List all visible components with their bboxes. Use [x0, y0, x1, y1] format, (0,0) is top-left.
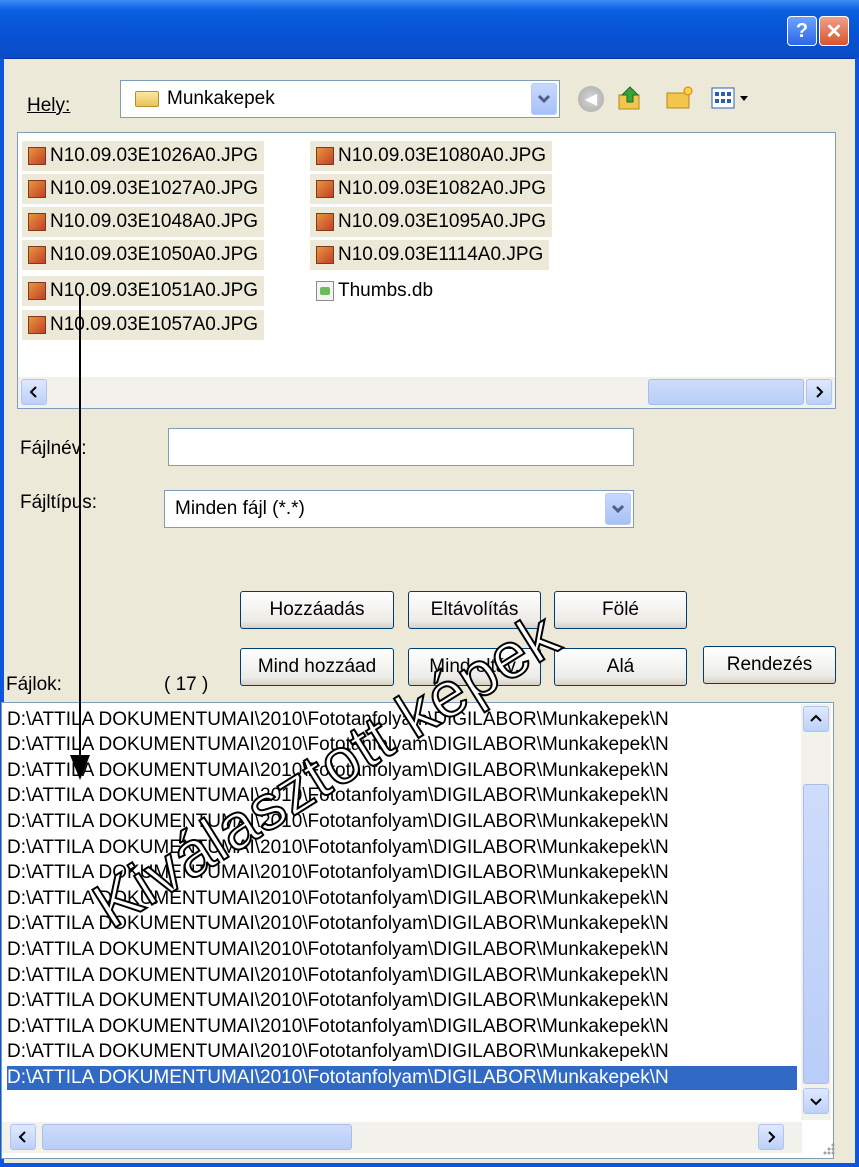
list-item[interactable]: N10.09.03E1080A0.JPG: [310, 141, 553, 171]
scroll-up-button[interactable]: [803, 706, 829, 732]
jpg-file-icon: [316, 180, 334, 198]
annotation-arrow-icon: [70, 295, 90, 780]
file-name: Thumbs.db: [338, 280, 434, 301]
scroll-thumb[interactable]: [648, 379, 804, 405]
sort-button[interactable]: Rendezés: [703, 646, 836, 684]
close-button[interactable]: ✕: [819, 16, 849, 46]
table-row[interactable]: D:\ATTILA DOKUMENTUMAI\2010\Fototanfolya…: [7, 810, 797, 834]
chevron-up-icon: [810, 714, 822, 722]
list-item[interactable]: N10.09.03E1051A0.JPG: [22, 276, 265, 306]
scroll-thumb[interactable]: [42, 1124, 352, 1150]
chevron-down-icon: [537, 94, 551, 104]
filetype-dropdown-button[interactable]: [605, 493, 631, 525]
paths-hscrollbar[interactable]: [2, 1122, 802, 1153]
table-row[interactable]: D:\ATTILA DOKUMENTUMAI\2010\Fototanfolya…: [7, 784, 797, 808]
scroll-right-button[interactable]: [758, 1124, 784, 1150]
scroll-left-button[interactable]: [10, 1124, 36, 1150]
table-row[interactable]: D:\ATTILA DOKUMENTUMAI\2010\Fototanfolya…: [7, 1015, 797, 1039]
file-name: N10.09.03E1026A0.JPG: [50, 145, 259, 166]
jpg-file-icon: [28, 246, 46, 264]
location-dropdown-button[interactable]: [531, 83, 557, 115]
list-item[interactable]: N10.09.03E1026A0.JPG: [22, 141, 265, 171]
jpg-file-icon: [28, 180, 46, 198]
chevron-right-icon: [816, 386, 824, 398]
up-folder-icon[interactable]: [616, 84, 644, 112]
location-combo[interactable]: Munkakepek: [120, 80, 560, 118]
file-name: N10.09.03E1080A0.JPG: [338, 145, 547, 166]
file-name: N10.09.03E1095A0.JPG: [338, 211, 547, 232]
chevron-down-icon: [611, 504, 625, 514]
add-all-button[interactable]: Mind hozzáad: [240, 648, 394, 686]
table-row[interactable]: D:\ATTILA DOKUMENTUMAI\2010\Fototanfolya…: [7, 1040, 797, 1064]
table-row[interactable]: D:\ATTILA DOKUMENTUMAI\2010\Fototanfolya…: [7, 964, 797, 988]
location-label: Hely:: [27, 95, 70, 117]
scroll-left-button[interactable]: [21, 379, 47, 405]
chevron-right-icon: [768, 1131, 776, 1143]
list-item[interactable]: N10.09.03E1057A0.JPG: [22, 310, 265, 340]
table-row[interactable]: D:\ATTILA DOKUMENTUMAI\2010\Fototanfolya…: [7, 989, 797, 1013]
scroll-right-button[interactable]: [806, 379, 832, 405]
selected-files-count: ( 17 ): [164, 674, 209, 695]
location-label-text: Hely:: [27, 95, 71, 116]
jpg-file-icon: [316, 213, 334, 231]
list-item[interactable]: N10.09.03E1048A0.JPG: [22, 207, 265, 237]
chevron-left-icon: [29, 386, 37, 398]
list-item[interactable]: N10.09.03E1095A0.JPG: [310, 207, 553, 237]
scroll-thumb[interactable]: [803, 784, 829, 1084]
file-name: N10.09.03E1114A0.JPG: [338, 244, 544, 265]
file-name: N10.09.03E1050A0.JPG: [50, 244, 259, 265]
folder-icon: [135, 91, 159, 107]
list-item[interactable]: N10.09.03E1082A0.JPG: [310, 174, 553, 204]
filetype-value: Minden fájl (*.*): [175, 498, 305, 519]
db-file-icon: [316, 281, 334, 301]
jpg-file-icon: [316, 147, 334, 165]
chevron-down-icon: [810, 1098, 822, 1106]
list-item[interactable]: N10.09.03E1027A0.JPG: [22, 174, 265, 204]
filetype-select[interactable]: Minden fájl (*.*): [164, 490, 634, 528]
table-row-selected[interactable]: D:\ATTILA DOKUMENTUMAI\2010\Fototanfolya…: [6, 1065, 798, 1091]
view-menu-icon[interactable]: [710, 85, 754, 111]
selected-files-label: Fájlok:: [6, 674, 62, 695]
resize-grip-icon[interactable]: [820, 1140, 836, 1156]
scroll-down-button[interactable]: [803, 1088, 829, 1114]
title-bar[interactable]: [0, 0, 859, 59]
jpg-file-icon: [28, 282, 46, 300]
move-down-button[interactable]: Alá: [554, 648, 687, 686]
file-list-hscrollbar[interactable]: [18, 377, 835, 408]
table-row[interactable]: D:\ATTILA DOKUMENTUMAI\2010\Fototanfolya…: [7, 938, 797, 962]
list-item[interactable]: N10.09.03E1114A0.JPG: [310, 240, 550, 270]
add-button[interactable]: Hozzáadás: [240, 591, 394, 629]
filename-input[interactable]: [168, 428, 634, 466]
paths-vscrollbar[interactable]: [801, 704, 831, 1120]
list-item[interactable]: Thumbs.db: [310, 276, 439, 306]
move-up-button[interactable]: Fölé: [554, 591, 687, 629]
file-name: N10.09.03E1082A0.JPG: [338, 178, 547, 199]
help-button[interactable]: ?: [787, 16, 817, 46]
file-name: N10.09.03E1048A0.JPG: [50, 211, 259, 232]
location-value: Munkakepek: [167, 88, 275, 109]
chevron-left-icon: [18, 1131, 26, 1143]
jpg-file-icon: [28, 213, 46, 231]
jpg-file-icon: [28, 147, 46, 165]
list-item[interactable]: N10.09.03E1050A0.JPG: [22, 240, 265, 270]
new-folder-icon[interactable]: [664, 84, 694, 112]
jpg-file-icon: [28, 316, 46, 334]
jpg-file-icon: [316, 246, 334, 264]
back-icon[interactable]: ◀: [578, 86, 604, 112]
file-name: N10.09.03E1027A0.JPG: [50, 178, 259, 199]
